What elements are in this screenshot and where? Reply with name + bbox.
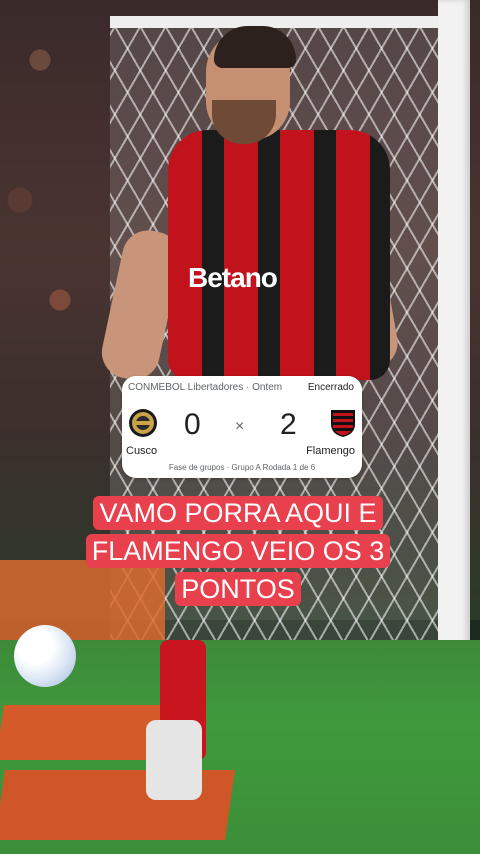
player-sock — [146, 720, 202, 800]
football-ball — [14, 625, 76, 687]
match-score-card[interactable]: CONMEBOL Libertadores · Ontem Encerrado … — [122, 376, 362, 478]
home-team-name: Cusco — [126, 445, 158, 457]
video-frame[interactable]: Betano CONMEBOL Libertadores · Ontem Enc… — [0, 0, 480, 854]
round-info: Fase de grupos · Grupo A Rodada 1 de 6 — [168, 463, 316, 472]
jersey-sponsor-text: Betano — [188, 262, 278, 293]
goal-post — [438, 0, 470, 690]
home-score: 0 — [184, 408, 201, 441]
goal-crossbar — [110, 16, 470, 28]
away-team-name: Flamengo — [306, 445, 355, 457]
match-status: Encerrado — [307, 382, 354, 393]
caption-overlay: VAMO PORRA AQUI E FLAMENGO VEIO OS 3 PON… — [60, 494, 416, 608]
away-score: 2 — [280, 408, 297, 441]
caption-text: VAMO PORRA AQUI E FLAMENGO VEIO OS 3 PON… — [85, 496, 391, 606]
competition-label: CONMEBOL Libertadores · Ontem — [128, 382, 283, 393]
cusco-crest-icon — [129, 409, 157, 437]
player-jersey — [168, 130, 390, 380]
flamengo-crest-icon — [331, 410, 355, 437]
score-separator: × — [235, 418, 245, 435]
